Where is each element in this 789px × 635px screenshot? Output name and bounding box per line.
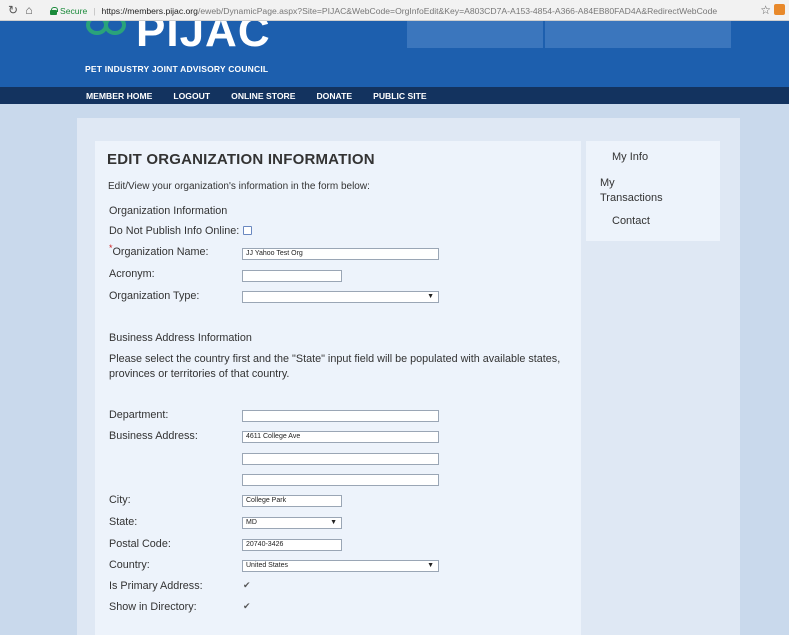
org-type-select[interactable]: ▼ bbox=[242, 291, 439, 303]
bookmark-star-icon[interactable]: ☆ bbox=[760, 3, 771, 17]
address-bar[interactable]: Secure | https://members.pijac.org/eweb/… bbox=[50, 3, 755, 18]
address-separator: | bbox=[93, 5, 96, 16]
org-name-label-wrap: *Organization Name: bbox=[109, 243, 209, 258]
url-host: https://members.pijac.org bbox=[101, 5, 198, 16]
sidebar-item-my-info[interactable]: My Info bbox=[612, 151, 648, 163]
postal-code-label: Postal Code: bbox=[109, 538, 171, 550]
business-address-label: Business Address: bbox=[109, 430, 198, 442]
form-intro: Edit/View your organization's informatio… bbox=[108, 181, 370, 192]
chevron-down-icon: ▼ bbox=[330, 519, 337, 526]
browser-toolbar: ↻ ⌂ Secure | https://members.pijac.org/e… bbox=[0, 0, 789, 21]
state-label: State: bbox=[109, 516, 138, 528]
chevron-down-icon: ▼ bbox=[427, 562, 434, 569]
section-business-address: Business Address Information bbox=[109, 332, 252, 344]
home-icon[interactable]: ⌂ bbox=[22, 3, 36, 17]
chevron-down-icon: ▼ bbox=[427, 293, 434, 300]
extension-icon[interactable] bbox=[774, 4, 785, 15]
address-line2-input[interactable] bbox=[242, 453, 439, 465]
secure-label: Secure bbox=[60, 5, 88, 16]
city-label: City: bbox=[109, 494, 131, 506]
section-org-info: Organization Information bbox=[109, 205, 228, 217]
country-select[interactable]: United States ▼ bbox=[242, 560, 439, 572]
do-not-publish-checkbox[interactable] bbox=[243, 226, 252, 235]
acronym-label: Acronym: bbox=[109, 268, 155, 280]
nav-public-site[interactable]: PUBLIC SITE bbox=[373, 91, 426, 101]
reload-icon[interactable]: ↻ bbox=[6, 3, 20, 17]
sidebar: My Info My Transactions Contact bbox=[586, 141, 720, 241]
site-logo[interactable]: PIJAC bbox=[136, 21, 271, 57]
site-header: PIJAC PET INDUSTRY JOINT ADVISORY COUNCI… bbox=[0, 21, 789, 87]
nav-online-store[interactable]: ONLINE STORE bbox=[231, 91, 295, 101]
country-label: Country: bbox=[109, 559, 150, 571]
do-not-publish-label: Do Not Publish Info Online: bbox=[109, 225, 240, 237]
header-panel-right bbox=[545, 21, 731, 48]
address-line3-input[interactable] bbox=[242, 474, 439, 486]
sidebar-item-my-transactions[interactable]: My Transactions bbox=[600, 176, 670, 206]
show-directory-checkbox[interactable]: ✔ bbox=[243, 601, 251, 612]
address-note: Please select the country first and the … bbox=[109, 353, 561, 380]
primary-address-label: Is Primary Address: bbox=[109, 580, 203, 592]
nav-member-home[interactable]: MEMBER HOME bbox=[86, 91, 152, 101]
state-select[interactable]: MD ▼ bbox=[242, 517, 342, 529]
required-asterisk: * bbox=[109, 243, 113, 253]
sidebar-item-contact[interactable]: Contact bbox=[612, 215, 650, 227]
org-full-name: PET INDUSTRY JOINT ADVISORY COUNCIL bbox=[85, 64, 269, 74]
nav-logout[interactable]: LOGOUT bbox=[173, 91, 210, 101]
country-value: United States bbox=[246, 562, 289, 569]
department-input[interactable] bbox=[242, 410, 439, 422]
primary-address-checkbox[interactable]: ✔ bbox=[243, 580, 251, 591]
main-nav: MEMBER HOME LOGOUT ONLINE STORE DONATE P… bbox=[0, 87, 789, 104]
url-path: /eweb/DynamicPage.aspx?Site=PIJAC&WebCod… bbox=[197, 5, 718, 16]
header-panel-left bbox=[407, 21, 543, 48]
org-name-label: Organization Name: bbox=[112, 246, 209, 258]
department-label: Department: bbox=[109, 409, 169, 421]
address-line1-input[interactable]: 4611 College Ave bbox=[242, 431, 439, 443]
org-type-label: Organization Type: bbox=[109, 290, 200, 302]
lock-icon bbox=[50, 6, 58, 15]
page-title: EDIT ORGANIZATION INFORMATION bbox=[107, 151, 375, 168]
city-input[interactable]: College Park bbox=[242, 495, 342, 507]
pijac-logo-icon bbox=[86, 21, 130, 35]
nav-donate[interactable]: DONATE bbox=[316, 91, 352, 101]
org-name-input[interactable]: JJ Yahoo Test Org bbox=[242, 248, 439, 260]
state-value: MD bbox=[246, 519, 257, 526]
postal-code-input[interactable]: 20740-3426 bbox=[242, 539, 342, 551]
acronym-input[interactable] bbox=[242, 270, 342, 282]
show-directory-label: Show in Directory: bbox=[109, 601, 197, 613]
